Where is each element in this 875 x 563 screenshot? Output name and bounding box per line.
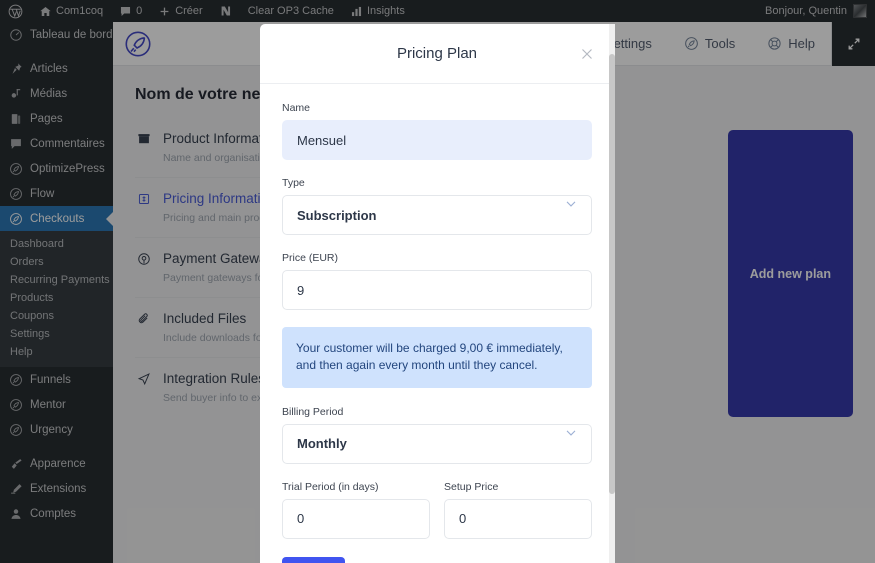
trial-period-input[interactable]: 0 [282,498,430,539]
save-button[interactable]: Save [282,556,345,563]
trial-period-label: Trial Period (in days) [282,480,379,493]
trial-setup-row: Trial Period (in days) 0 Setup Price 0 [282,481,592,555]
modal-title: Pricing Plan [396,45,478,62]
screen: Com1coq 0 Créer Clear OP3 Cache Insights… [0,0,875,563]
field-billing-period: Billing Period Monthly [282,406,592,464]
setup-price-label: Setup Price [444,480,499,493]
setup-price-input[interactable]: 0 [444,498,592,539]
close-icon[interactable] [578,45,596,63]
name-label: Name [282,102,311,114]
name-input[interactable]: Mensuel [282,120,592,160]
billing-period-label: Billing Period [282,405,344,418]
pricing-plan-modal: Pricing Plan Name Mensuel Type Subscript… [260,24,614,563]
type-select[interactable]: Subscription [282,195,592,235]
type-label: Type [282,177,305,189]
field-name: Name Mensuel [282,102,592,160]
billing-notice: Your customer will be charged 9,00 € imm… [282,327,592,388]
billing-period-select[interactable]: Monthly [282,423,592,464]
field-setup-price: Setup Price 0 [444,481,592,539]
modal-body: Name Mensuel Type Subscription Price (EU… [260,84,614,563]
modal-scrollbar[interactable] [609,24,615,563]
modal-scrollbar-thumb[interactable] [609,54,615,494]
field-type: Type Subscription [282,177,592,235]
field-price: Price (EUR) 9 [282,252,592,310]
modal-header: Pricing Plan [260,24,614,84]
price-label: Price (EUR) [282,252,339,264]
price-input[interactable]: 9 [282,270,592,310]
field-trial-period: Trial Period (in days) 0 [282,481,430,539]
